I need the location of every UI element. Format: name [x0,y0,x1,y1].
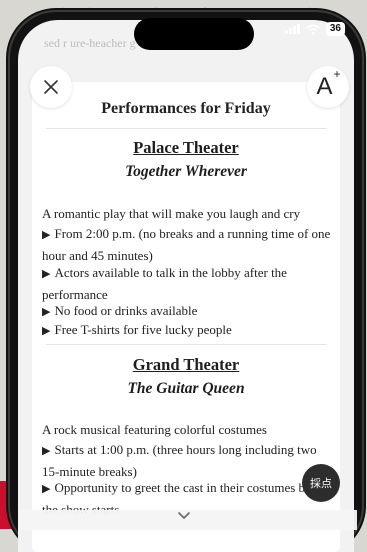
list-item-text: Starts at 1:00 p.m. (three hours long in… [42,442,317,479]
list-item: ▶ Actors available to talk in the lobby a… [42,263,334,304]
triangle-right-icon: ▶ [42,306,51,318]
wifi-icon [306,24,320,34]
grade-button[interactable]: 採点 [302,464,340,502]
theater-name-palace: Palace Theater [133,138,239,157]
show-name-the-guitar-queen: The Guitar Queen [127,380,245,397]
list-item: ▶ Starts at 1:00 p.m. (three hours long i… [42,440,334,481]
triangle-right-icon: ▶ [42,483,51,495]
list-item-text: Actors available to talk in the lobby af… [42,265,287,302]
font-size-icon: A+ [316,67,341,100]
close-button[interactable] [30,66,72,108]
triangle-right-icon: ▶ [42,268,51,280]
status-bar: 36 [284,22,345,36]
list-item-text: No food or drinks available [54,303,198,318]
list-item-text: From 2:00 p.m. (no breaks and a running … [42,226,331,263]
signal-icon [284,24,300,34]
dynamic-island [134,18,254,50]
divider [46,128,326,129]
battery-indicator: 36 [325,22,345,36]
chevron-down-icon[interactable] [177,511,191,521]
description-grand: A rock musical featuring colorful costum… [42,422,267,437]
list-item: ▶ Free T-shirts for five lucky people [42,320,334,342]
divider [46,344,326,345]
list-item-text: Free T-shirts for five lucky people [54,322,232,337]
page-title: Performances for Friday [101,100,271,117]
description-palace: A romantic play that will make you laugh… [42,206,301,221]
triangle-right-icon: ▶ [42,229,51,241]
triangle-right-icon: ▶ [42,325,51,337]
triangle-right-icon: ▶ [42,445,51,457]
list-item: ▶ From 2:00 p.m. (no breaks and a running… [42,224,334,265]
close-icon [44,80,58,94]
content-card: Performances for Friday Palace Theater T… [32,82,340,552]
font-size-button[interactable]: A+ [307,66,349,108]
show-name-together-wherever: Together Wherever [125,163,247,180]
theater-name-grand: Grand Theater [132,355,240,374]
